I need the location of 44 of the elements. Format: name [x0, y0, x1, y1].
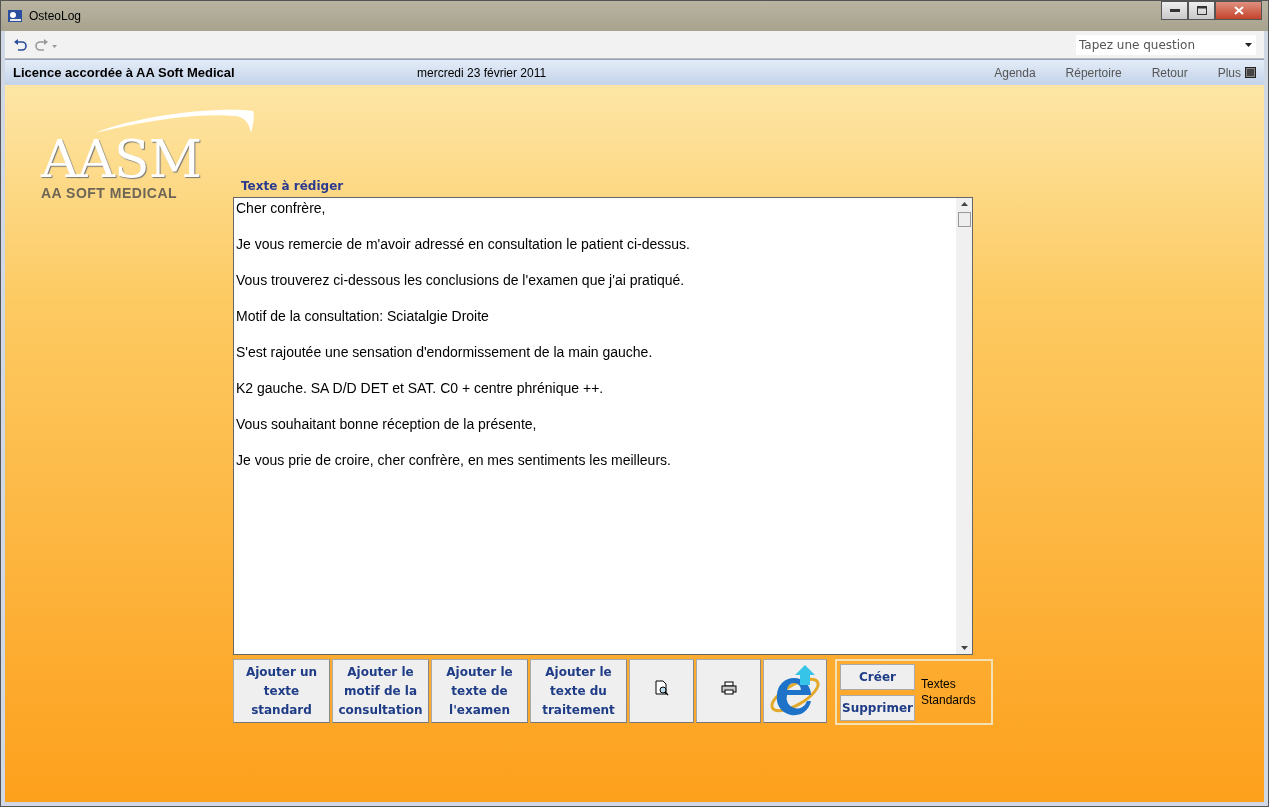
minimize-icon	[1169, 8, 1180, 13]
minimize-button[interactable]	[1161, 1, 1188, 20]
scroll-bar[interactable]	[956, 198, 972, 654]
close-button[interactable]	[1215, 1, 1262, 20]
add-text-button[interactable]: Ajouter un texte standard	[233, 659, 330, 723]
letter-paragraph: Vous souhaitant bonne réception de la présente,	[236, 415, 538, 433]
standard-text-button[interactable]: Créer	[840, 663, 915, 690]
letter-paragraph: S'est rajoutée une sensation d'endormissement de la main gauche.	[236, 343, 654, 361]
maximize-icon	[1196, 6, 1207, 15]
print-button[interactable]	[696, 659, 761, 723]
add-text-button[interactable]: Ajouter le motif de la consultation	[332, 659, 429, 723]
letter-paragraph: Cher confrère,	[236, 199, 327, 217]
letter-paragraph: Je vous remercie de m'avoir adressé en consultation le patient ci-dessus.	[236, 235, 691, 253]
letter-paragraph: Je vous prie de croire, cher confrère, en mes sentiments les meilleurs.	[236, 451, 672, 469]
window-title: OsteoLog	[29, 9, 82, 23]
dropdown-caret-icon	[1245, 42, 1252, 47]
app-icon	[7, 8, 23, 24]
letter-paragraph: Vous trouverez ci-dessous les conclusions de l'examen que j'ai pratiqué.	[236, 271, 686, 289]
license-text: Licence accordée à AA Soft Medical	[13, 65, 236, 80]
letter-editor[interactable]	[233, 197, 973, 655]
close-icon	[1233, 6, 1244, 15]
nav-link[interactable]: Agenda	[994, 65, 1036, 80]
standard-text-button[interactable]: Supprimer	[840, 694, 915, 721]
letter-paragraph: Motif de la consultation: Sciatalgie Droite	[236, 307, 490, 325]
date-text: mercredi 23 février 2011	[417, 65, 547, 80]
editor-label: Texte à rédiger	[241, 179, 345, 193]
printer-icon	[720, 681, 737, 695]
nav-link[interactable]: Répertoire	[1065, 65, 1122, 80]
redo-icon[interactable]	[35, 38, 57, 51]
print-preview-button[interactable]	[629, 659, 694, 723]
nav-link[interactable]: Plus	[1217, 65, 1241, 80]
question-field[interactable]: Tapez une question	[1076, 34, 1256, 55]
nav-link[interactable]: Retour	[1151, 65, 1188, 80]
page-magnifier-icon	[653, 680, 670, 696]
add-text-button[interactable]: Ajouter le texte de l'examen	[431, 659, 528, 723]
logo-wordmark: AASM	[41, 133, 201, 185]
add-text-button[interactable]: Ajouter le texte du traitement	[530, 659, 627, 723]
undo-icon[interactable]	[13, 38, 27, 51]
checkered-icon[interactable]	[1245, 67, 1256, 78]
browser-button[interactable]	[763, 659, 827, 723]
maximize-button[interactable]	[1188, 1, 1215, 20]
logo-subtitle: AA SOFT MEDICAL	[41, 185, 179, 201]
standards-label: Textes Standards	[921, 676, 977, 708]
letter-paragraph: K2 gauche. SA D/D DET et SAT. C0 + centre phrénique ++.	[236, 379, 605, 397]
